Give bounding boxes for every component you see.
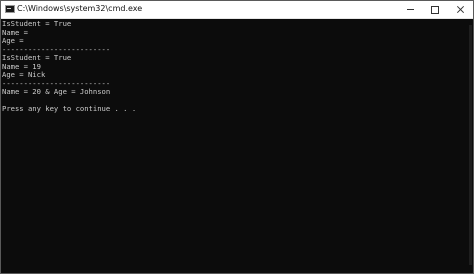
console-line: IsStudent = True <box>2 53 72 62</box>
vertical-scrollbar[interactable] <box>463 19 473 273</box>
scrollbar-thumb[interactable] <box>469 25 472 265</box>
console-line: Press any key to continue . . . <box>2 104 137 113</box>
console-line: Name = <box>2 27 28 37</box>
console-line: Name = 20 & Age = Johnson <box>2 87 111 96</box>
cmd-window: C:\Windows\system32\cmd.exe IsStudent = … <box>0 0 474 274</box>
console-line: Name = 19 <box>2 61 41 71</box>
title-bar[interactable]: C:\Windows\system32\cmd.exe <box>1 1 473 19</box>
console-icon[interactable] <box>5 5 15 13</box>
close-button[interactable] <box>447 1 474 18</box>
console-line: ------------------------- <box>2 44 111 54</box>
console-line: IsStudent = True <box>2 19 72 28</box>
window-title: C:\Windows\system32\cmd.exe <box>17 4 143 13</box>
console-output[interactable]: IsStudent = True Name = Age = ----------… <box>2 19 462 273</box>
